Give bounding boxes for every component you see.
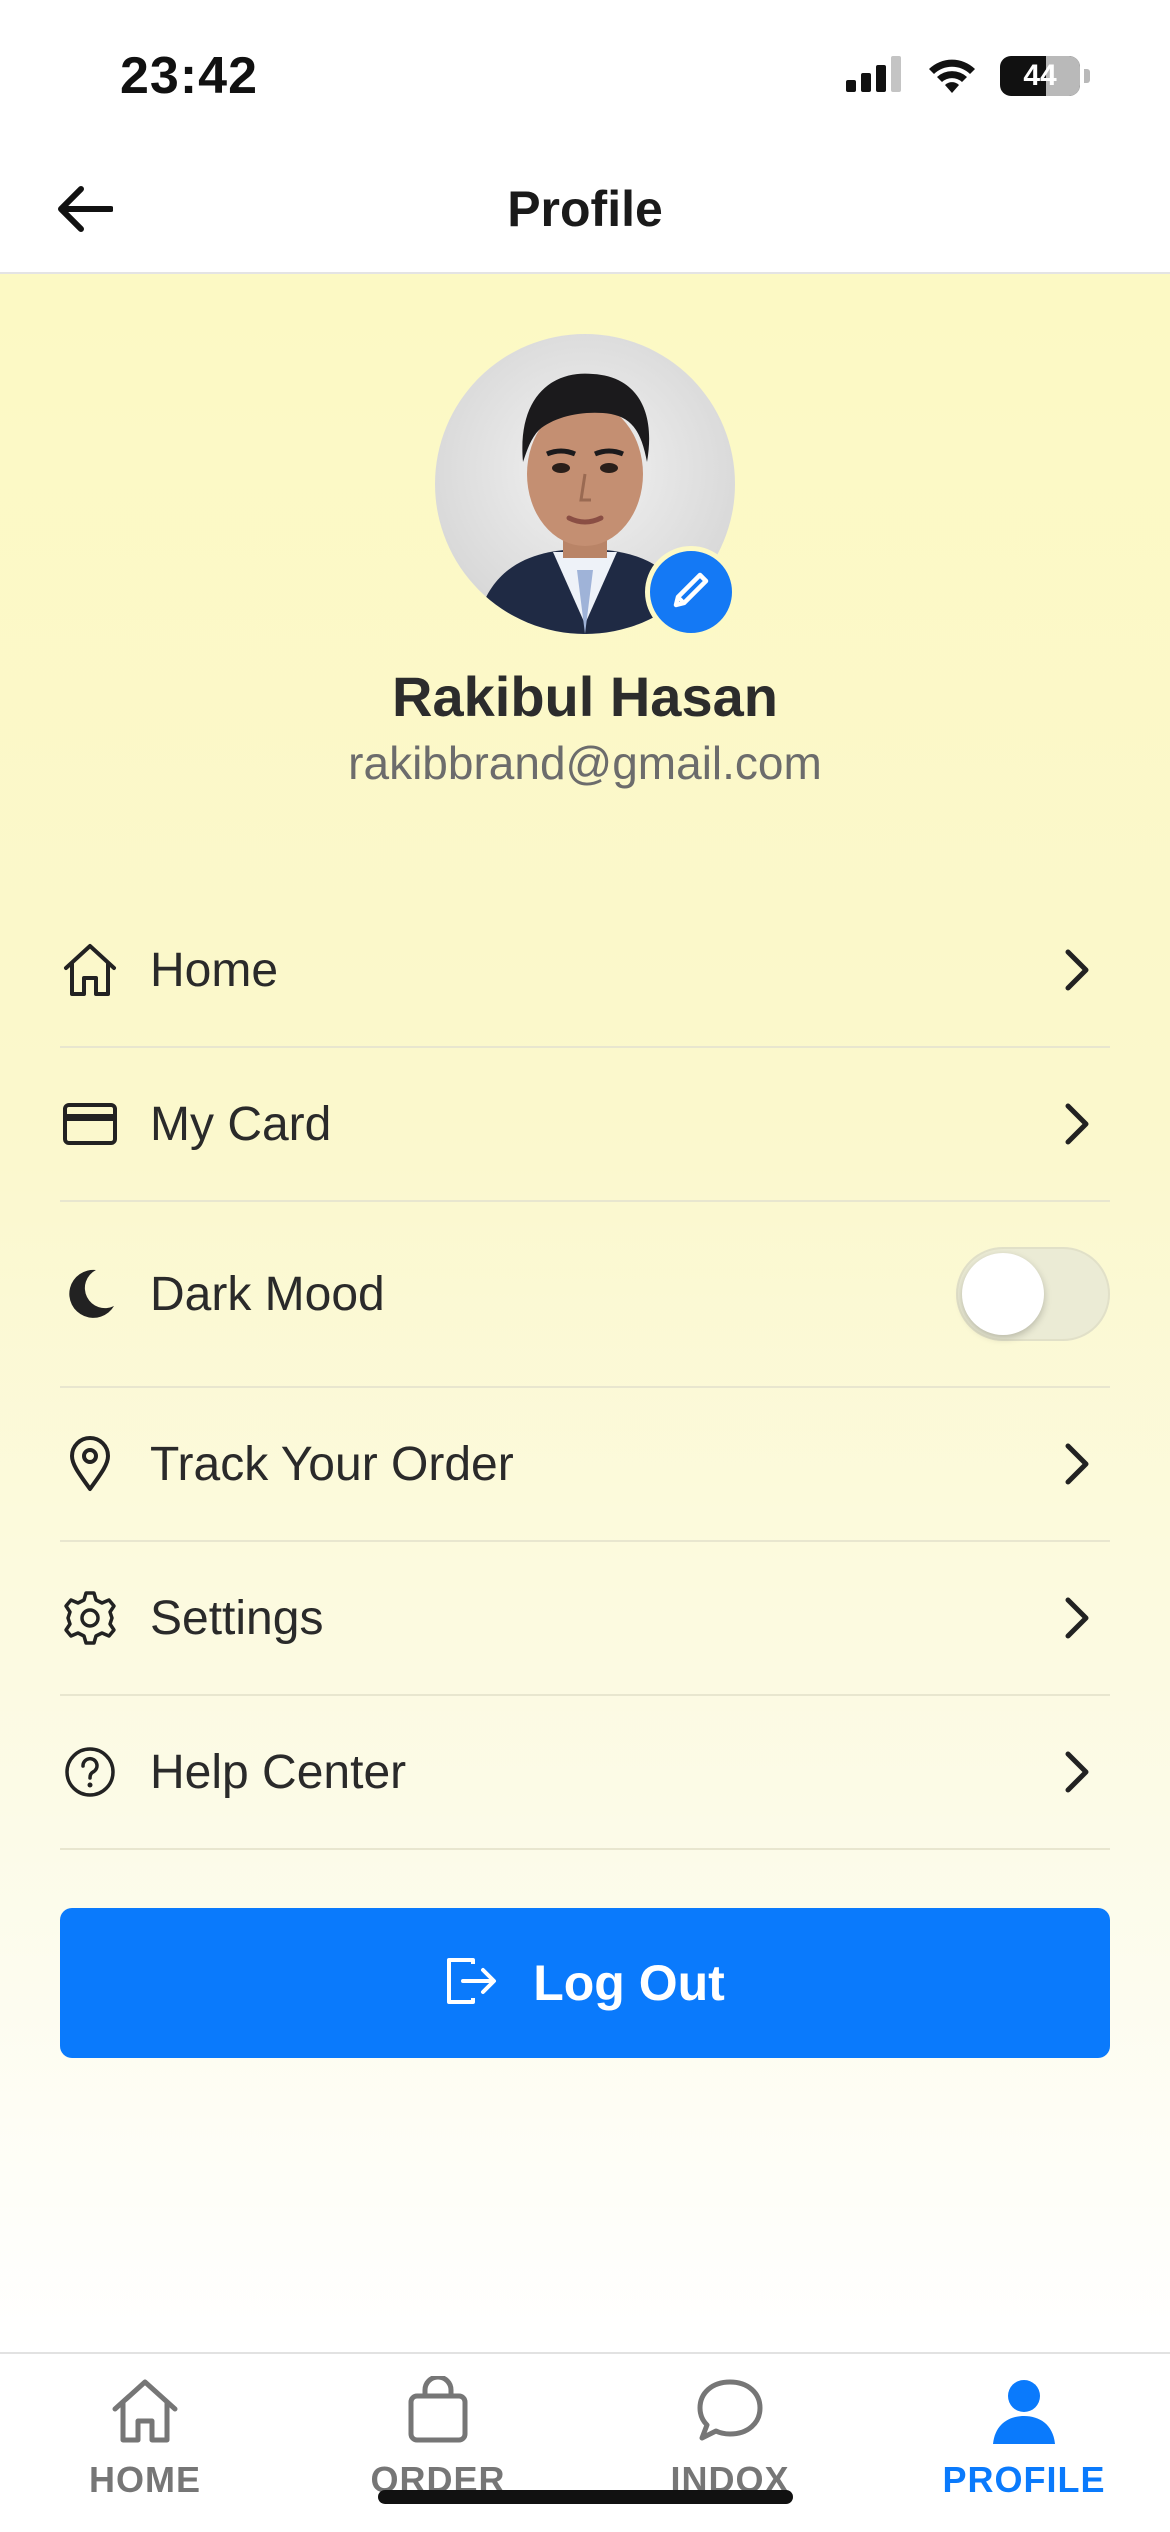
wifi-icon — [926, 55, 978, 98]
menu-item-settings[interactable]: Settings — [60, 1542, 1110, 1696]
chat-bubble-icon — [694, 2376, 766, 2451]
logout-icon — [445, 1956, 499, 2011]
tab-profile[interactable]: PROFILE — [924, 2376, 1124, 2500]
tab-label: PROFILE — [942, 2459, 1106, 2500]
tab-home[interactable]: HOME — [45, 2376, 245, 2500]
chevron-right-icon — [1052, 940, 1102, 1000]
menu-item-home[interactable]: Home — [60, 894, 1110, 1048]
menu-item-label: Dark Mood — [150, 1267, 385, 1321]
help-circle-icon — [60, 1742, 120, 1802]
signal-icon — [846, 55, 904, 97]
moon-icon — [60, 1264, 120, 1324]
tab-bar: HOME ORDER INDOX PROFILE — [0, 2352, 1170, 2532]
logout-label: Log Out — [533, 1955, 725, 2011]
pencil-icon — [668, 567, 714, 618]
toggle-knob — [962, 1253, 1044, 1335]
chevron-right-icon — [1052, 1434, 1102, 1494]
user-name: Rakibul Hasan — [392, 665, 778, 728]
home-icon — [109, 2376, 181, 2451]
menu-item-my-card[interactable]: My Card — [60, 1048, 1110, 1202]
battery-level: 44 — [1023, 59, 1057, 92]
profile-content: Rakibul Hasan rakibbrand@gmail.com Home — [0, 274, 1170, 2352]
home-icon — [60, 940, 120, 1000]
battery-cap — [1084, 69, 1090, 83]
user-email: rakibbrand@gmail.com — [348, 737, 822, 789]
edit-avatar-button[interactable] — [645, 546, 737, 638]
battery-icon: 44 — [1000, 56, 1080, 96]
menu-item-label: Help Center — [150, 1745, 407, 1799]
tab-order[interactable]: ORDER — [338, 2374, 538, 2500]
menu-item-label: My Card — [150, 1097, 332, 1151]
profile-menu: Home My Card Dark Mood Track Your Order … — [60, 894, 1110, 1850]
page-title: Profile — [507, 181, 663, 237]
person-icon — [989, 2376, 1059, 2451]
dark-mood-toggle[interactable] — [956, 1247, 1110, 1341]
chevron-right-icon — [1052, 1742, 1102, 1802]
menu-item-label: Settings — [150, 1591, 324, 1645]
shopping-bag-icon — [403, 2374, 473, 2451]
status-bar: 23:42 44 — [0, 0, 1170, 150]
status-icons: 44 — [846, 55, 1090, 98]
credit-card-icon — [60, 1094, 120, 1154]
tab-label: HOME — [89, 2459, 201, 2500]
chevron-right-icon — [1052, 1094, 1102, 1154]
location-pin-icon — [60, 1434, 120, 1494]
logout-button[interactable]: Log Out — [60, 1908, 1110, 2058]
status-time: 23:42 — [120, 47, 258, 105]
menu-item-dark-mood: Dark Mood — [60, 1202, 1110, 1388]
menu-item-label: Home — [150, 943, 279, 997]
home-indicator — [378, 2490, 793, 2504]
menu-item-help-center[interactable]: Help Center — [60, 1696, 1110, 1850]
tab-indox[interactable]: INDOX — [630, 2376, 830, 2500]
gear-icon — [60, 1588, 120, 1648]
chevron-right-icon — [1052, 1588, 1102, 1648]
menu-item-track-order[interactable]: Track Your Order — [60, 1388, 1110, 1542]
avatar-container — [435, 334, 737, 638]
nav-header: Profile — [0, 150, 1170, 274]
menu-item-label: Track Your Order — [150, 1437, 514, 1491]
